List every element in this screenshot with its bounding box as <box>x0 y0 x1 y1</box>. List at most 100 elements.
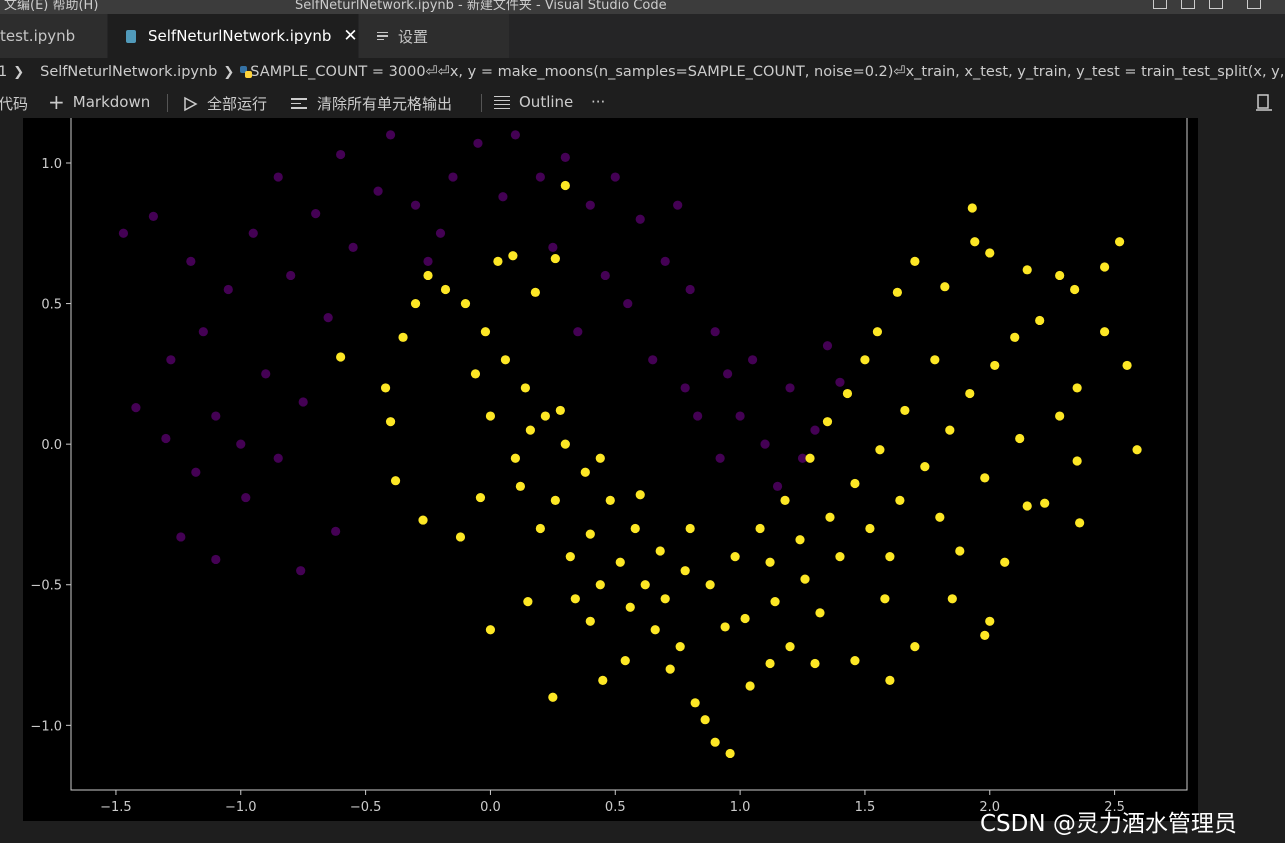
breadcrumb-cell[interactable]: SAMPLE_COUNT = 3000⏎⏎x, y = make_moons(n… <box>250 64 1285 80</box>
data-point-class-1 <box>860 355 870 365</box>
data-point-class-1 <box>740 613 750 624</box>
more-icon: ··· <box>591 93 606 111</box>
add-markdown-cell-button[interactable]: + Markdown <box>48 89 150 114</box>
data-point-class-0 <box>723 369 733 379</box>
data-point-class-1 <box>625 602 635 612</box>
tab-selfneturlnetwork-ipynb[interactable]: SelfNeturlNetwork.ipynb ✕ <box>108 14 358 58</box>
data-point-class-1 <box>635 490 645 500</box>
data-point-class-1 <box>565 552 575 562</box>
data-point-class-1 <box>895 495 905 505</box>
data-point-class-1 <box>380 383 391 393</box>
data-point-class-1 <box>570 594 580 604</box>
data-point-class-0 <box>211 554 221 565</box>
data-point-class-1 <box>720 622 730 632</box>
layout-sidebar-icon[interactable] <box>1209 0 1223 9</box>
data-point-class-0 <box>473 138 483 148</box>
data-point-class-1 <box>390 476 401 486</box>
data-point-class-1 <box>665 664 675 674</box>
data-point-class-1 <box>825 512 835 522</box>
data-point-class-0 <box>131 403 141 413</box>
data-point-class-1 <box>730 552 740 562</box>
layout-panel-icon[interactable] <box>1181 0 1195 9</box>
data-point-class-0 <box>311 208 321 219</box>
data-point-class-0 <box>273 453 283 463</box>
data-point-class-1 <box>885 675 895 685</box>
data-point-class-0 <box>241 492 251 503</box>
data-point-class-0 <box>760 439 770 449</box>
data-point-class-0 <box>747 355 758 365</box>
clear-all-icon <box>291 95 307 112</box>
tab-label: SelfNeturlNetwork.ipynb <box>148 27 332 45</box>
breadcrumb-root[interactable]: 1 <box>0 64 7 80</box>
outline-label: Outline <box>519 93 574 112</box>
editor-tab-bar: test.ipynb SelfNeturlNetwork.ipynb ✕ 设置 <box>0 14 1285 58</box>
add-code-cell-button[interactable]: 代码 <box>0 93 28 114</box>
outline-button[interactable]: Outline <box>494 93 573 112</box>
data-point-class-0 <box>385 130 396 140</box>
data-point-class-0 <box>118 228 129 238</box>
chevron-right-icon: ❯ <box>223 64 235 80</box>
run-all-button[interactable]: 全部运行 <box>182 93 267 114</box>
breadcrumb: 1 ❯ SelfNeturlNetwork.ipynb ❯ SAMPLE_COU… <box>0 58 1285 86</box>
data-point-class-1 <box>1100 327 1110 337</box>
data-point-class-1 <box>765 557 775 567</box>
data-point-class-0 <box>600 270 610 281</box>
axes-frame <box>70 118 1188 791</box>
data-point-class-0 <box>373 186 383 196</box>
data-point-class-1 <box>1040 498 1050 508</box>
data-point-class-1 <box>1075 518 1085 528</box>
data-point-class-0 <box>423 256 433 266</box>
data-point-class-1 <box>967 203 977 213</box>
data-point-class-0 <box>448 172 458 182</box>
layout-toggle-icon[interactable] <box>1153 0 1167 9</box>
data-point-class-1 <box>990 360 1000 371</box>
x-tick-label: 1.0 <box>730 800 751 815</box>
data-point-class-1 <box>880 594 890 604</box>
data-point-class-0 <box>673 200 683 210</box>
data-point-class-0 <box>273 172 283 182</box>
x-tick-label: 0.0 <box>480 800 501 815</box>
data-point-class-1 <box>805 453 815 463</box>
data-point-class-1 <box>455 532 466 542</box>
data-point-class-1 <box>685 523 695 534</box>
data-point-class-1 <box>885 552 895 562</box>
data-point-class-1 <box>418 515 428 525</box>
data-point-class-1 <box>985 616 995 626</box>
data-point-class-1 <box>585 616 595 626</box>
data-point-class-1 <box>980 630 990 640</box>
title-bar: 文编(E) 帮助(H) SelfNeturlNetwork.ipynb - 新建… <box>0 0 1285 14</box>
customize-layout-icon[interactable] <box>1247 0 1261 9</box>
data-point-class-0 <box>236 439 246 449</box>
data-point-class-1 <box>660 594 670 604</box>
data-point-class-0 <box>685 284 695 295</box>
breadcrumb-file[interactable]: SelfNeturlNetwork.ipynb <box>40 64 217 80</box>
menu-bar[interactable]: 文编(E) 帮助(H) <box>4 0 98 13</box>
data-point-class-1 <box>1070 284 1080 295</box>
data-point-class-1 <box>1072 383 1082 393</box>
data-point-class-0 <box>186 256 196 266</box>
data-point-class-0 <box>176 532 186 542</box>
close-icon[interactable]: ✕ <box>343 26 357 46</box>
data-point-class-0 <box>261 369 271 379</box>
data-point-class-1 <box>965 388 975 399</box>
data-point-class-1 <box>755 523 765 534</box>
clear-all-outputs-button[interactable]: 清除所有单元格输出 <box>291 93 452 114</box>
data-point-class-0 <box>336 149 346 160</box>
tab-test-ipynb[interactable]: test.ipynb <box>0 14 107 58</box>
data-point-class-0 <box>535 172 545 182</box>
y-tick-label: 1.0 <box>41 157 62 172</box>
notebook-icon <box>126 29 136 43</box>
data-point-class-1 <box>865 523 875 534</box>
data-point-class-1 <box>525 425 535 435</box>
data-point-class-1 <box>550 495 560 505</box>
data-point-class-1 <box>508 251 518 261</box>
more-actions-button[interactable]: ··· <box>591 93 605 111</box>
kernel-icon[interactable] <box>1256 94 1272 112</box>
data-point-class-1 <box>650 625 660 635</box>
plus-icon: + <box>48 89 65 114</box>
data-point-class-1 <box>1055 411 1065 421</box>
data-point-class-1 <box>655 546 665 556</box>
tab-settings[interactable]: 设置 <box>359 14 509 58</box>
data-point-class-1 <box>1055 270 1065 281</box>
data-point-class-0 <box>573 327 583 337</box>
